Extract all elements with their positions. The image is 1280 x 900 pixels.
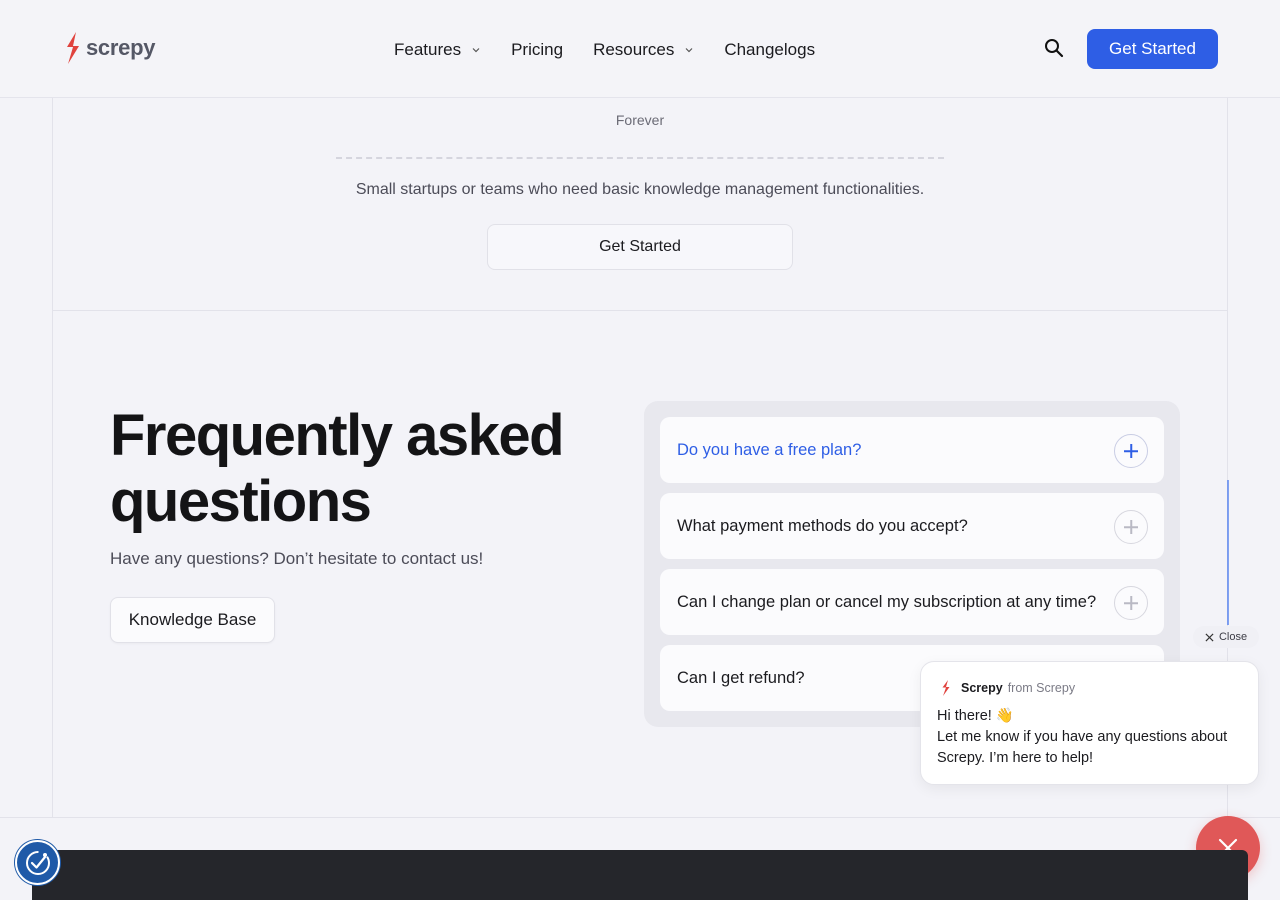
accessibility-icon bbox=[26, 851, 50, 875]
get-started-button[interactable]: Get Started bbox=[1087, 29, 1218, 69]
scroll-accent bbox=[1227, 480, 1229, 625]
logo[interactable]: screpy bbox=[64, 32, 155, 64]
screpy-logo-icon bbox=[942, 680, 950, 696]
nav-pricing[interactable]: Pricing bbox=[511, 40, 563, 60]
dashed-divider bbox=[336, 157, 944, 159]
chat-sender-org: from Screpy bbox=[1007, 681, 1076, 695]
nav-pricing-label: Pricing bbox=[511, 40, 564, 59]
plus-icon[interactable] bbox=[1114, 510, 1148, 544]
chat-sender: Screpy bbox=[961, 681, 1003, 695]
plan-description: Small startups or teams who need basic k… bbox=[355, 181, 925, 198]
close-icon bbox=[1205, 632, 1214, 642]
plan-get-started-button[interactable]: Get Started bbox=[487, 224, 793, 270]
faq-question: Do you have a free plan? bbox=[677, 440, 862, 459]
chat-header: Screpy from Screpy bbox=[941, 680, 1075, 696]
plan-period: Forever bbox=[615, 112, 665, 128]
faq-question: Can I change plan or cancel my subscript… bbox=[677, 592, 1097, 611]
main-nav: Features Pricing Resources Changelogs bbox=[394, 38, 845, 62]
chevron-down-icon bbox=[685, 48, 693, 53]
nav-resources-label: Resources bbox=[593, 40, 675, 59]
faq-item[interactable]: What payment methods do you accept? bbox=[660, 493, 1164, 559]
nav-changelogs[interactable]: Changelogs bbox=[724, 40, 815, 60]
chat-close-button[interactable]: Close bbox=[1193, 626, 1259, 648]
chat-message: Let me know if you have any questions ab… bbox=[937, 729, 1228, 766]
knowledge-base-button[interactable]: Knowledge Base bbox=[110, 597, 275, 643]
nav-changelogs-label: Changelogs bbox=[724, 40, 816, 59]
page: screpy Features Pricing Resources Change… bbox=[0, 0, 1280, 900]
site-header: screpy Features Pricing Resources Change… bbox=[0, 0, 1280, 98]
faq-item[interactable]: Can I change plan or cancel my subscript… bbox=[660, 569, 1164, 635]
chat-text: Hi there! 👋 Let me know if you have any … bbox=[937, 706, 1247, 769]
nav-resources[interactable]: Resources bbox=[593, 40, 694, 60]
screpy-logo-icon bbox=[67, 32, 79, 64]
logo-text: screpy bbox=[86, 35, 156, 60]
section-divider bbox=[52, 310, 1228, 311]
plus-icon[interactable] bbox=[1114, 586, 1148, 620]
section-divider bbox=[0, 817, 1280, 818]
frame-line-left bbox=[52, 98, 53, 818]
search-icon[interactable] bbox=[1043, 37, 1065, 59]
chat-greeting: Hi there! 👋 bbox=[937, 708, 1014, 724]
plus-icon[interactable] bbox=[1114, 434, 1148, 468]
faq-title: Frequently asked questions bbox=[110, 403, 565, 534]
chat-close-label: Close bbox=[1218, 631, 1248, 643]
faq-subtitle: Have any questions? Don’t hesitate to co… bbox=[110, 549, 484, 568]
faq-question: Can I get refund? bbox=[677, 668, 805, 687]
faq-item[interactable]: Do you have a free plan? bbox=[660, 417, 1164, 483]
chevron-down-icon bbox=[472, 48, 480, 53]
nav-features[interactable]: Features bbox=[394, 40, 481, 60]
accessibility-button[interactable] bbox=[15, 840, 60, 885]
chat-message-bubble[interactable]: Screpy from Screpy Hi there! 👋 Let me kn… bbox=[920, 661, 1259, 785]
faq-question: What payment methods do you accept? bbox=[677, 516, 968, 535]
footer-section bbox=[32, 850, 1248, 900]
nav-features-label: Features bbox=[394, 40, 462, 59]
